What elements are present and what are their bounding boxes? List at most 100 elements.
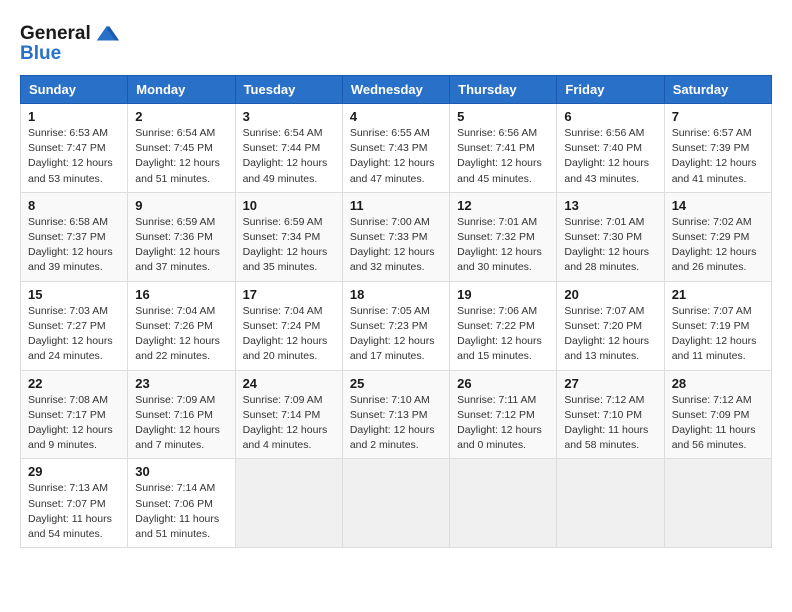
logo-icon	[93, 20, 121, 48]
calendar-cell: 22Sunrise: 7:08 AMSunset: 7:17 PMDayligh…	[21, 370, 128, 459]
calendar-cell	[664, 459, 771, 548]
cell-content: Sunrise: 6:57 AMSunset: 7:39 PMDaylight:…	[672, 126, 764, 187]
logo-general: General	[20, 24, 91, 45]
day-number: 12	[457, 198, 549, 213]
calendar-body: 1Sunrise: 6:53 AMSunset: 7:47 PMDaylight…	[21, 103, 772, 547]
cell-content: Sunrise: 6:59 AMSunset: 7:34 PMDaylight:…	[243, 215, 335, 276]
day-number: 20	[564, 287, 656, 302]
weekday-header-saturday: Saturday	[664, 75, 771, 103]
cell-content: Sunrise: 6:55 AMSunset: 7:43 PMDaylight:…	[350, 126, 442, 187]
calendar-cell: 7 Sunrise: 6:57 AMSunset: 7:39 PMDaylight…	[664, 103, 771, 192]
cell-content: Sunrise: 7:12 AMSunset: 7:09 PMDaylight:…	[672, 393, 764, 454]
calendar-cell: 5 Sunrise: 6:56 AMSunset: 7:41 PMDaylight…	[450, 103, 557, 192]
cell-content: Sunrise: 7:03 AMSunset: 7:27 PMDaylight:…	[28, 304, 120, 365]
weekday-header-wednesday: Wednesday	[342, 75, 449, 103]
cell-content: Sunrise: 7:07 AMSunset: 7:20 PMDaylight:…	[564, 304, 656, 365]
cell-content: Sunrise: 6:58 AMSunset: 7:37 PMDaylight:…	[28, 215, 120, 276]
calendar-cell: 4 Sunrise: 6:55 AMSunset: 7:43 PMDaylight…	[342, 103, 449, 192]
calendar-week-row: 8 Sunrise: 6:58 AMSunset: 7:37 PMDaylight…	[21, 192, 772, 281]
cell-content: Sunrise: 7:01 AMSunset: 7:30 PMDaylight:…	[564, 215, 656, 276]
calendar-cell: 25Sunrise: 7:10 AMSunset: 7:13 PMDayligh…	[342, 370, 449, 459]
calendar-cell: 17Sunrise: 7:04 AMSunset: 7:24 PMDayligh…	[235, 281, 342, 370]
cell-content: Sunrise: 7:14 AMSunset: 7:06 PMDaylight:…	[135, 481, 227, 542]
cell-content: Sunrise: 7:04 AMSunset: 7:24 PMDaylight:…	[243, 304, 335, 365]
calendar-cell	[450, 459, 557, 548]
calendar-cell	[557, 459, 664, 548]
cell-content: Sunrise: 6:54 AMSunset: 7:45 PMDaylight:…	[135, 126, 227, 187]
calendar-cell: 30 Sunrise: 7:14 AMSunset: 7:06 PMDayligh…	[128, 459, 235, 548]
day-number: 15	[28, 287, 120, 302]
calendar-week-row: 15 Sunrise: 7:03 AMSunset: 7:27 PMDayligh…	[21, 281, 772, 370]
day-number: 16	[135, 287, 227, 302]
day-number: 13	[564, 198, 656, 213]
calendar-cell: 23Sunrise: 7:09 AMSunset: 7:16 PMDayligh…	[128, 370, 235, 459]
day-number: 30	[135, 464, 227, 479]
calendar-cell: 6 Sunrise: 6:56 AMSunset: 7:40 PMDaylight…	[557, 103, 664, 192]
calendar-cell: 20 Sunrise: 7:07 AMSunset: 7:20 PMDayligh…	[557, 281, 664, 370]
day-number: 23	[135, 376, 227, 391]
calendar-cell: 29Sunrise: 7:13 AMSunset: 7:07 PMDayligh…	[21, 459, 128, 548]
day-number: 11	[350, 198, 442, 213]
calendar-week-row: 22Sunrise: 7:08 AMSunset: 7:17 PMDayligh…	[21, 370, 772, 459]
day-number: 7	[672, 109, 764, 124]
day-number: 21	[672, 287, 764, 302]
cell-content: Sunrise: 7:10 AMSunset: 7:13 PMDaylight:…	[350, 393, 442, 454]
calendar-cell: 9 Sunrise: 6:59 AMSunset: 7:36 PMDaylight…	[128, 192, 235, 281]
day-number: 9	[135, 198, 227, 213]
weekday-header-tuesday: Tuesday	[235, 75, 342, 103]
calendar-cell: 15 Sunrise: 7:03 AMSunset: 7:27 PMDayligh…	[21, 281, 128, 370]
calendar-cell: 10 Sunrise: 6:59 AMSunset: 7:34 PMDayligh…	[235, 192, 342, 281]
calendar-cell: 12 Sunrise: 7:01 AMSunset: 7:32 PMDayligh…	[450, 192, 557, 281]
calendar-header-row: SundayMondayTuesdayWednesdayThursdayFrid…	[21, 75, 772, 103]
cell-content: Sunrise: 7:09 AMSunset: 7:14 PMDaylight:…	[243, 393, 335, 454]
calendar-cell: 14 Sunrise: 7:02 AMSunset: 7:29 PMDayligh…	[664, 192, 771, 281]
day-number: 3	[243, 109, 335, 124]
calendar-cell: 2 Sunrise: 6:54 AMSunset: 7:45 PMDaylight…	[128, 103, 235, 192]
weekday-header-sunday: Sunday	[21, 75, 128, 103]
weekday-header-friday: Friday	[557, 75, 664, 103]
day-number: 2	[135, 109, 227, 124]
day-number: 4	[350, 109, 442, 124]
calendar-cell	[342, 459, 449, 548]
cell-content: Sunrise: 7:02 AMSunset: 7:29 PMDaylight:…	[672, 215, 764, 276]
cell-content: Sunrise: 6:59 AMSunset: 7:36 PMDaylight:…	[135, 215, 227, 276]
page-header: General Blue	[20, 20, 772, 65]
calendar-cell: 8 Sunrise: 6:58 AMSunset: 7:37 PMDaylight…	[21, 192, 128, 281]
day-number: 22	[28, 376, 120, 391]
day-number: 14	[672, 198, 764, 213]
day-number: 27	[564, 376, 656, 391]
logo: General Blue	[20, 20, 121, 65]
cell-content: Sunrise: 7:06 AMSunset: 7:22 PMDaylight:…	[457, 304, 549, 365]
calendar-cell: 28Sunrise: 7:12 AMSunset: 7:09 PMDayligh…	[664, 370, 771, 459]
calendar-week-row: 1Sunrise: 6:53 AMSunset: 7:47 PMDaylight…	[21, 103, 772, 192]
calendar-cell: 26 Sunrise: 7:11 AMSunset: 7:12 PMDayligh…	[450, 370, 557, 459]
day-number: 26	[457, 376, 549, 391]
calendar-cell: 1Sunrise: 6:53 AMSunset: 7:47 PMDaylight…	[21, 103, 128, 192]
cell-content: Sunrise: 7:11 AMSunset: 7:12 PMDaylight:…	[457, 393, 549, 454]
calendar-cell: 24 Sunrise: 7:09 AMSunset: 7:14 PMDayligh…	[235, 370, 342, 459]
day-number: 29	[28, 464, 120, 479]
calendar-cell	[235, 459, 342, 548]
weekday-header-monday: Monday	[128, 75, 235, 103]
calendar-table: SundayMondayTuesdayWednesdayThursdayFrid…	[20, 75, 772, 548]
calendar-cell: 3Sunrise: 6:54 AMSunset: 7:44 PMDaylight…	[235, 103, 342, 192]
cell-content: Sunrise: 7:01 AMSunset: 7:32 PMDaylight:…	[457, 215, 549, 276]
day-number: 8	[28, 198, 120, 213]
calendar-cell: 27 Sunrise: 7:12 AMSunset: 7:10 PMDayligh…	[557, 370, 664, 459]
day-number: 18	[350, 287, 442, 302]
day-number: 24	[243, 376, 335, 391]
cell-content: Sunrise: 7:12 AMSunset: 7:10 PMDaylight:…	[564, 393, 656, 454]
cell-content: Sunrise: 6:56 AMSunset: 7:41 PMDaylight:…	[457, 126, 549, 187]
day-number: 5	[457, 109, 549, 124]
calendar-cell: 19 Sunrise: 7:06 AMSunset: 7:22 PMDayligh…	[450, 281, 557, 370]
cell-content: Sunrise: 6:56 AMSunset: 7:40 PMDaylight:…	[564, 126, 656, 187]
cell-content: Sunrise: 7:05 AMSunset: 7:23 PMDaylight:…	[350, 304, 442, 365]
weekday-header-thursday: Thursday	[450, 75, 557, 103]
day-number: 1	[28, 109, 120, 124]
calendar-week-row: 29Sunrise: 7:13 AMSunset: 7:07 PMDayligh…	[21, 459, 772, 548]
day-number: 19	[457, 287, 549, 302]
cell-content: Sunrise: 7:04 AMSunset: 7:26 PMDaylight:…	[135, 304, 227, 365]
day-number: 6	[564, 109, 656, 124]
day-number: 10	[243, 198, 335, 213]
cell-content: Sunrise: 7:00 AMSunset: 7:33 PMDaylight:…	[350, 215, 442, 276]
